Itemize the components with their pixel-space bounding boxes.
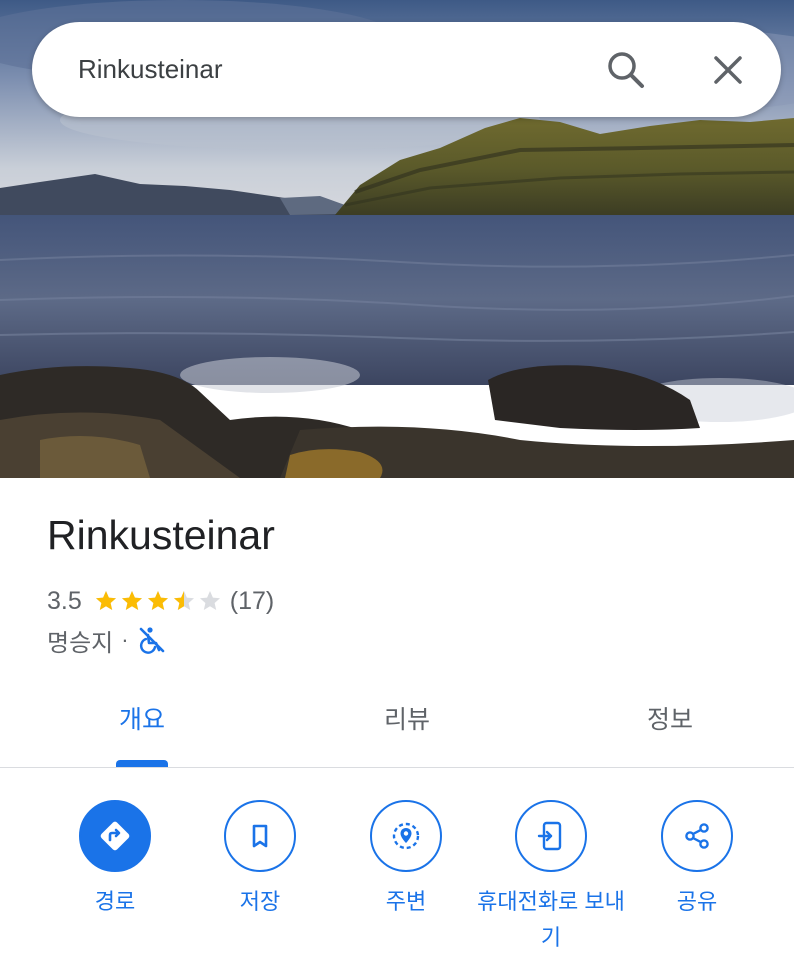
rating-row: 3.5 (17) — [47, 584, 274, 618]
search-bar — [32, 22, 781, 117]
nearby-label: 주변 — [385, 889, 427, 914]
clear-search-button[interactable] — [704, 46, 752, 94]
not-wheelchair-accessible-icon — [139, 627, 164, 654]
directions-button[interactable]: 경로 — [35, 800, 195, 920]
tab-overview[interactable]: 개요 — [92, 690, 192, 768]
active-tab-indicator — [116, 760, 168, 767]
search-button[interactable] — [602, 46, 650, 94]
separator: · — [121, 627, 129, 652]
place-tabs: 개요 리뷰 정보 — [0, 690, 794, 768]
directions-button-circle — [79, 800, 151, 872]
nearby-icon — [392, 822, 420, 850]
send-to-phone-icon — [537, 821, 562, 851]
send-to-phone-button-circle — [515, 800, 587, 872]
nearby-button[interactable]: 주변 — [326, 800, 486, 920]
tab-about[interactable]: 정보 — [620, 690, 720, 768]
category-row: 명승지 · — [47, 622, 167, 658]
share-button-circle — [661, 800, 733, 872]
star-icon — [147, 591, 168, 610]
star-icon — [199, 591, 220, 610]
rating-value: 3.5 — [47, 586, 82, 615]
nearby-button-circle — [370, 800, 442, 872]
search-icon — [608, 52, 644, 88]
send-to-phone-label: 휴대전화로 보내기 — [477, 889, 625, 950]
directions-label: 경로 — [94, 889, 136, 914]
place-title: Rinkusteinar — [47, 512, 275, 558]
review-count-link[interactable]: (17) — [230, 587, 274, 616]
star-icon — [121, 591, 142, 610]
search-input[interactable] — [78, 22, 598, 117]
action-buttons: 경로 저장 주변 휴대전화로 보내기 공유 — [0, 800, 794, 976]
close-icon — [714, 56, 742, 84]
save-button[interactable]: 저장 — [180, 800, 340, 920]
share-button[interactable]: 공유 — [617, 800, 777, 920]
save-button-circle — [224, 800, 296, 872]
directions-icon — [100, 821, 130, 851]
save-label: 저장 — [239, 889, 281, 914]
send-to-phone-button[interactable]: 휴대전화로 보내기 — [471, 800, 631, 956]
place-category[interactable]: 명승지 — [47, 623, 113, 658]
star-icon — [173, 591, 194, 610]
share-label: 공유 — [676, 889, 718, 914]
rating-stars — [94, 589, 222, 613]
star-icon — [95, 591, 116, 610]
tab-reviews[interactable]: 리뷰 — [357, 690, 457, 768]
bookmark-icon — [252, 824, 268, 848]
share-icon — [685, 823, 709, 849]
